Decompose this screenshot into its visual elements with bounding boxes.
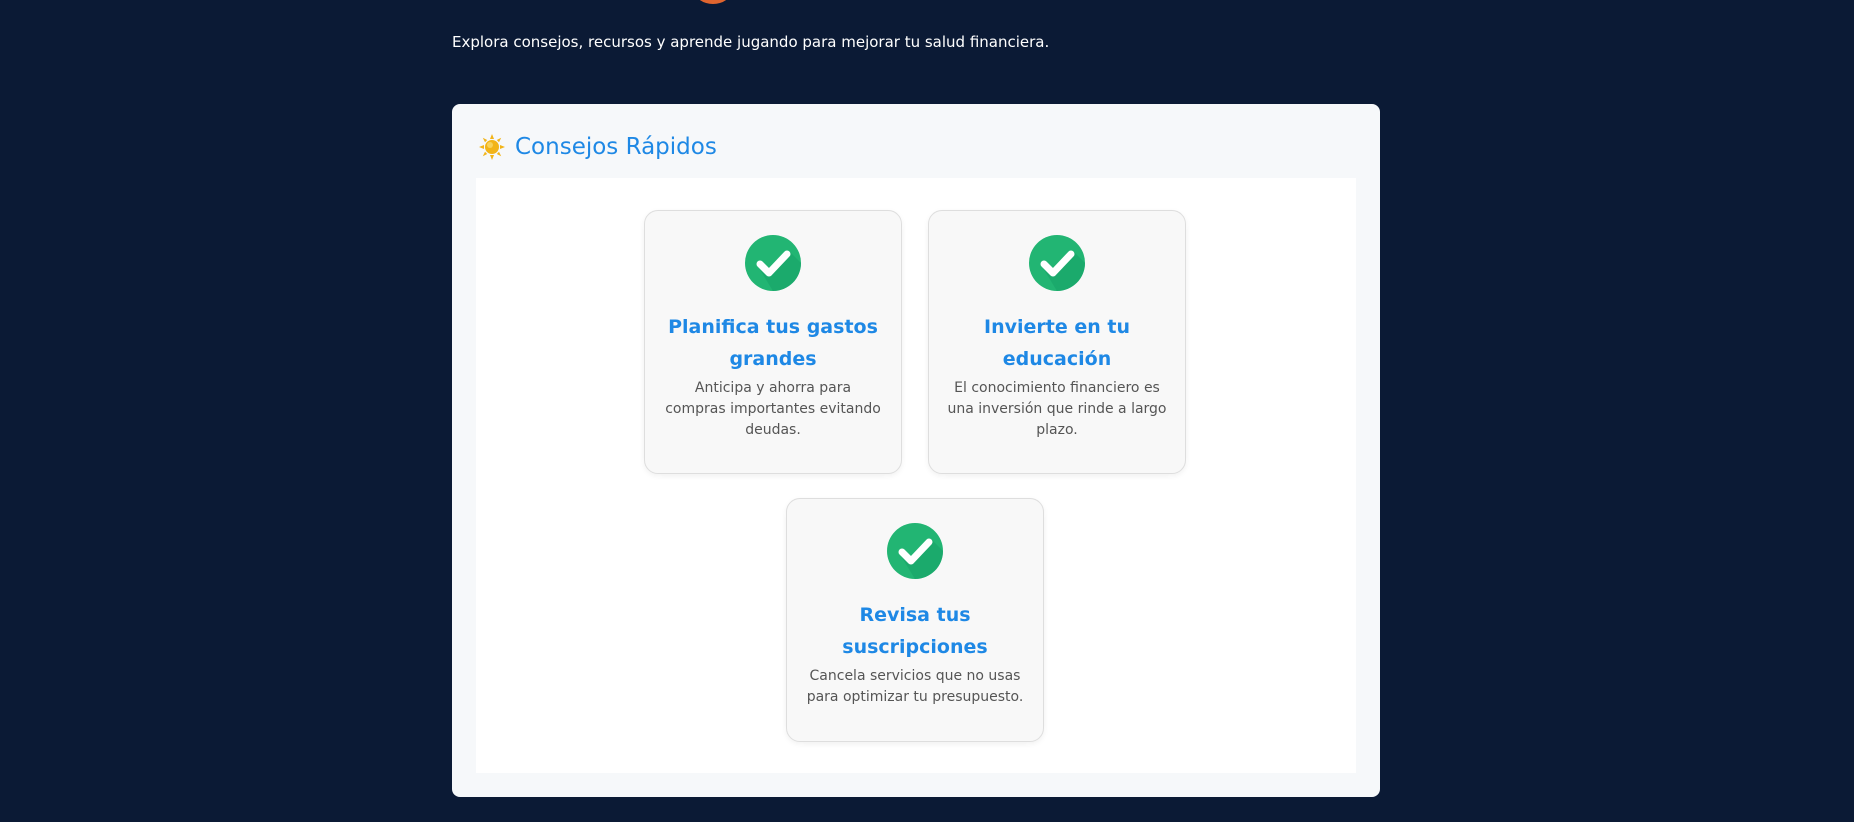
tip-card-3: Revisa tus suscripciones Cancela servici…: [786, 498, 1044, 742]
tip-description: Cancela servicios que no usas para optim…: [806, 668, 1024, 705]
tip-card-2: Invierte en tu educación El conocimiento…: [928, 210, 1186, 474]
tips-grid: Planifica tus gastos grandes Anticipa y …: [476, 178, 1356, 773]
logo-fragment: [695, 0, 731, 4]
check-circle-icon: [1029, 235, 1085, 291]
panel-header: Consejos Rápidos: [479, 134, 717, 160]
quick-tips-panel: Consejos Rápidos Planifica tus gastos gr…: [452, 104, 1380, 797]
tip-description: El conocimiento financiero es una invers…: [947, 380, 1167, 438]
check-circle-icon: [745, 235, 801, 291]
page: Explora consejos, recursos y aprende jug…: [0, 0, 1854, 822]
tip-card-1: Planifica tus gastos grandes Anticipa y …: [644, 210, 902, 474]
sun-icon: [479, 134, 505, 160]
tip-title: Invierte en tu educación: [984, 316, 1130, 370]
tip-title: Revisa tus suscripciones: [842, 604, 988, 658]
tip-description: Anticipa y ahorra para compras important…: [665, 380, 881, 438]
tip-title: Planifica tus gastos grandes: [668, 316, 878, 370]
section-title: Consejos Rápidos: [515, 134, 717, 160]
check-circle-icon: [887, 523, 943, 579]
intro-text: Explora consejos, recursos y aprende jug…: [452, 33, 1050, 51]
